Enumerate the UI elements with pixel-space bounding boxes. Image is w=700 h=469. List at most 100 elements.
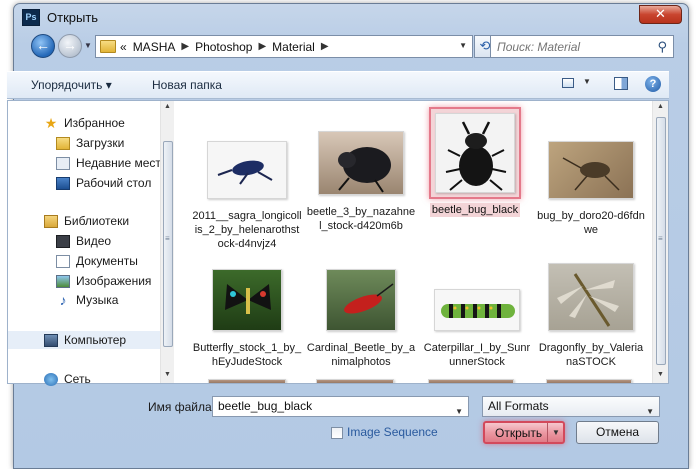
sidebar-item-video[interactable]: Видео: [56, 233, 111, 249]
open-options-dropdown-icon[interactable]: ▼: [552, 428, 560, 437]
scroll-down-icon[interactable]: ▼: [164, 371, 171, 378]
open-button-label[interactable]: Открыть: [495, 426, 542, 440]
butterfly-image: [225, 284, 271, 314]
thumbnail-frame: [542, 135, 640, 205]
file-item[interactable]: Dragonfly_by_ValerianaSTOCK: [536, 257, 646, 369]
desktop-icon: [56, 176, 70, 190]
sidebar-item-music[interactable]: ♪ Музыка: [56, 291, 119, 308]
breadcrumb-chevron-icon[interactable]: ▶: [258, 41, 266, 52]
preview-pane-icon[interactable]: [614, 77, 628, 90]
thumbnail-frame: [428, 283, 526, 337]
partial-thumbnail: [546, 379, 632, 383]
scroll-down-icon[interactable]: ▼: [657, 371, 664, 378]
browser-content: ★ Избранное Загрузки Недавние места Рабо…: [7, 100, 669, 387]
filename-value[interactable]: beetle_bug_black: [218, 399, 312, 413]
blue-beetle-image: [217, 160, 273, 185]
sidebar-item-downloads[interactable]: Загрузки: [56, 135, 124, 151]
file-format-select[interactable]: All Formats ▼: [482, 396, 660, 417]
selection-frame: [429, 107, 521, 199]
music-note-icon: ♪: [59, 291, 67, 308]
black-beetle-thumbnail: [435, 113, 515, 193]
breadcrumb-overflow[interactable]: «: [120, 40, 127, 54]
ground-bug-thumbnail: [548, 141, 634, 199]
forward-button[interactable]: →: [58, 34, 82, 58]
organize-button[interactable]: Упорядочить ▾: [31, 78, 112, 92]
command-toolbar: Упорядочить ▾ Новая папка ▼ ?: [7, 71, 669, 99]
sidebar-item-label: Изображения: [76, 274, 152, 288]
cancel-button[interactable]: Отмена: [576, 421, 659, 444]
sidebar-item-network[interactable]: Сеть: [44, 371, 91, 387]
breadcrumb-material[interactable]: Material: [272, 40, 315, 54]
thumbnail-frame: [201, 135, 293, 205]
scroll-up-icon[interactable]: ▲: [657, 103, 664, 110]
partial-thumbnail: [428, 379, 514, 383]
close-button[interactable]: ✕: [639, 5, 682, 24]
sidebar-item-label: Видео: [76, 234, 112, 248]
black-beetle-image: [445, 121, 507, 191]
address-bar[interactable]: « MASHA ▶ Photoshop ▶ Material ▶ ▼: [95, 35, 473, 58]
sidebar-item-documents[interactable]: Документы: [56, 253, 138, 269]
change-view-icon[interactable]: [562, 78, 574, 88]
file-name: Caterpillar_I_by_SunrunnerStock: [423, 342, 531, 368]
filename-field[interactable]: beetle_bug_black ▼: [212, 396, 469, 417]
red-beetle-thumbnail: [326, 269, 396, 331]
sidebar-item-favorites[interactable]: ★ Избранное: [44, 115, 125, 131]
file-item[interactable]: Butterfly_stock_1_by_hEyJudeStock: [192, 263, 302, 369]
file-format-value[interactable]: All Formats: [488, 399, 549, 413]
file-item[interactable]: 2011__sagra_longicollis_2_by_helenaroths…: [192, 135, 302, 251]
file-list-scrollbar[interactable]: ▲ ≡ ▼: [652, 101, 668, 383]
libraries-icon: [44, 214, 58, 228]
sidebar-item-label: Загрузки: [76, 136, 125, 150]
file-name: Cardinal_Beetle_by_animalphotos: [306, 342, 416, 368]
caterpillar-thumbnail: [434, 289, 520, 331]
file-item[interactable]: Cardinal_Beetle_by_animalphotos: [306, 263, 416, 369]
new-folder-button[interactable]: Новая папка: [152, 78, 222, 92]
sidebar-item-label: Компьютер: [64, 333, 127, 347]
thumbnail-frame: [542, 257, 640, 337]
scrollbar-thumb[interactable]: ≡: [163, 141, 173, 347]
window-title: Открыть: [47, 10, 99, 25]
format-dropdown-icon[interactable]: ▼: [646, 402, 654, 421]
scroll-up-icon[interactable]: ▲: [164, 103, 171, 110]
search-box[interactable]: ⚲: [490, 35, 674, 58]
sidebar-item-label: Библиотеки: [64, 214, 130, 228]
caterpillar-image: [441, 304, 515, 318]
sidebar-item-label: Сеть: [64, 372, 91, 386]
back-button[interactable]: ←: [31, 34, 55, 58]
dragonfly-image: [557, 273, 619, 327]
file-item[interactable]: bug_by_doro20-d6fdnwe: [536, 135, 646, 237]
sidebar-item-computer[interactable]: Компьютер: [44, 332, 126, 348]
dark-beetle-image: [338, 147, 391, 193]
help-icon[interactable]: ?: [645, 76, 661, 92]
search-input[interactable]: [491, 36, 641, 57]
sidebar-item-pictures[interactable]: Изображения: [56, 273, 151, 289]
partial-thumbnail: [208, 379, 286, 383]
blue-beetle-thumbnail: [207, 141, 287, 199]
open-button[interactable]: Открыть ▼: [483, 421, 565, 444]
thumbnail-frame: [312, 125, 410, 201]
filename-dropdown-icon[interactable]: ▼: [455, 402, 463, 421]
address-dropdown-icon[interactable]: ▼: [459, 41, 467, 50]
image-sequence-checkbox[interactable]: [331, 427, 343, 439]
scrollbar-thumb[interactable]: ≡: [656, 117, 666, 365]
breadcrumb-photoshop[interactable]: Photoshop: [195, 40, 252, 54]
navigation-scrollbar[interactable]: ▲ ≡ ▼: [160, 101, 174, 383]
title-bar: Ps Открыть ✕: [14, 4, 688, 32]
partial-thumbnail: [316, 379, 394, 383]
pictures-library-icon: [56, 274, 70, 288]
breadcrumb-masha[interactable]: MASHA: [133, 40, 176, 54]
breadcrumb-chevron-icon[interactable]: ▶: [321, 41, 329, 52]
file-item-selected[interactable]: beetle_bug_black: [420, 107, 530, 217]
recent-locations-dropdown-icon[interactable]: ▼: [84, 41, 92, 50]
file-item[interactable]: Caterpillar_I_by_SunrunnerStock: [422, 283, 532, 369]
file-name: beetle_bug_black: [429, 203, 521, 217]
sidebar-item-libraries[interactable]: Библиотеки: [44, 213, 129, 229]
sidebar-item-recent-places[interactable]: Недавние места: [56, 155, 167, 171]
file-item[interactable]: beetle_3_by_nazahnel_stock-d420m6b: [306, 125, 416, 233]
sidebar-item-desktop[interactable]: Рабочий стол: [56, 175, 151, 191]
view-dropdown-icon[interactable]: ▼: [583, 77, 591, 86]
image-sequence-label[interactable]: Image Sequence: [347, 425, 438, 439]
breadcrumb-chevron-icon[interactable]: ▶: [181, 41, 189, 52]
search-icon[interactable]: ⚲: [657, 39, 667, 55]
sidebar-item-label: Рабочий стол: [76, 176, 152, 190]
